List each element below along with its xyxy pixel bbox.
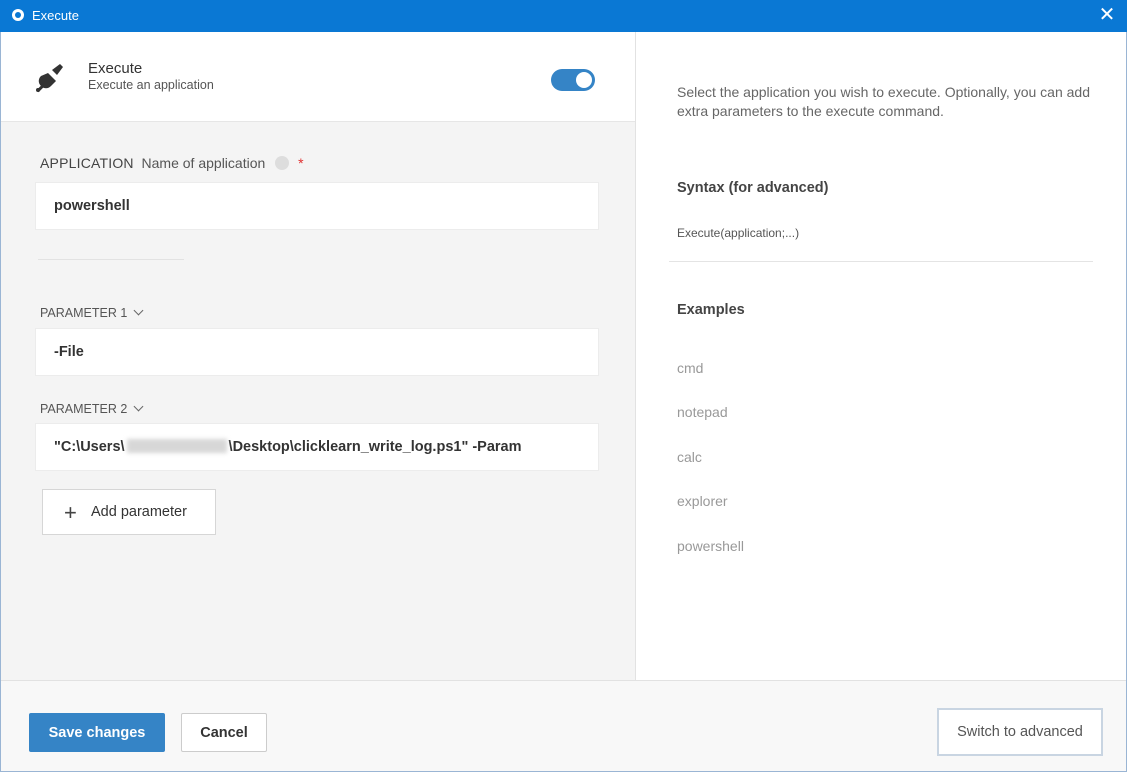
chevron-down-icon[interactable] — [133, 401, 144, 412]
help-description: Select the application you wish to execu… — [677, 84, 1090, 119]
parameter-2-value-start: "C:\Users\ — [54, 439, 125, 455]
examples-heading: Examples — [677, 302, 745, 318]
app-logo-icon — [12, 9, 24, 21]
application-label: APPLICATION Name of application * — [40, 155, 304, 171]
example-item: powershell — [677, 538, 744, 554]
syntax-text: Execute(application;...) — [677, 226, 800, 240]
step-subtitle: Execute an application — [88, 78, 214, 92]
chevron-down-icon[interactable] — [133, 305, 144, 316]
required-mark: * — [298, 155, 304, 171]
help-icon[interactable] — [275, 156, 290, 170]
example-item: notepad — [677, 404, 728, 420]
parameter-1-label[interactable]: PARAMETER 1 — [40, 305, 144, 320]
parameter-2-label-text: PARAMETER 2 — [40, 402, 128, 416]
window-titlebar: Execute ✕ — [0, 0, 1127, 32]
close-icon[interactable]: ✕ — [1095, 4, 1119, 28]
step-title: Execute — [88, 60, 143, 77]
example-item: explorer — [677, 493, 728, 509]
application-label-main: APPLICATION — [40, 155, 134, 171]
divider — [669, 261, 1093, 262]
editor-panel: Execute Execute an application APPLICATI… — [0, 32, 636, 680]
add-parameter-button[interactable]: + Add parameter — [42, 489, 216, 535]
toggle-knob — [576, 72, 592, 88]
plus-icon: + — [64, 500, 77, 525]
application-input[interactable]: powershell — [35, 182, 599, 230]
example-item: cmd — [677, 360, 704, 376]
save-button[interactable]: Save changes — [29, 713, 165, 752]
plug-icon — [36, 64, 63, 93]
step-header: Execute Execute an application — [0, 32, 635, 122]
cancel-button[interactable]: Cancel — [181, 713, 267, 752]
parameter-1-label-text: PARAMETER 1 — [40, 306, 128, 320]
parameter-1-input[interactable]: -File — [35, 328, 599, 376]
switch-to-advanced-button[interactable]: Switch to advanced — [937, 708, 1103, 756]
application-label-desc: Name of application — [141, 155, 266, 171]
window-title: Execute — [32, 8, 79, 23]
divider — [38, 259, 184, 260]
parameter-2-input[interactable]: "C:\Users\ \Desktop\clicklearn_write_log.… — [35, 423, 599, 471]
example-item: calc — [677, 449, 702, 465]
add-parameter-label: Add parameter — [91, 504, 187, 520]
syntax-heading: Syntax (for advanced) — [677, 180, 829, 196]
redacted-text — [126, 439, 227, 453]
dialog-footer: Save changes Cancel Switch to advanced — [0, 680, 1127, 772]
enabled-toggle[interactable] — [551, 69, 595, 91]
parameter-2-value-end: \Desktop\clicklearn_write_log.ps1" -Para… — [228, 439, 522, 455]
parameter-2-label[interactable]: PARAMETER 2 — [40, 401, 144, 416]
help-panel: Select the application you wish to execu… — [636, 32, 1126, 680]
